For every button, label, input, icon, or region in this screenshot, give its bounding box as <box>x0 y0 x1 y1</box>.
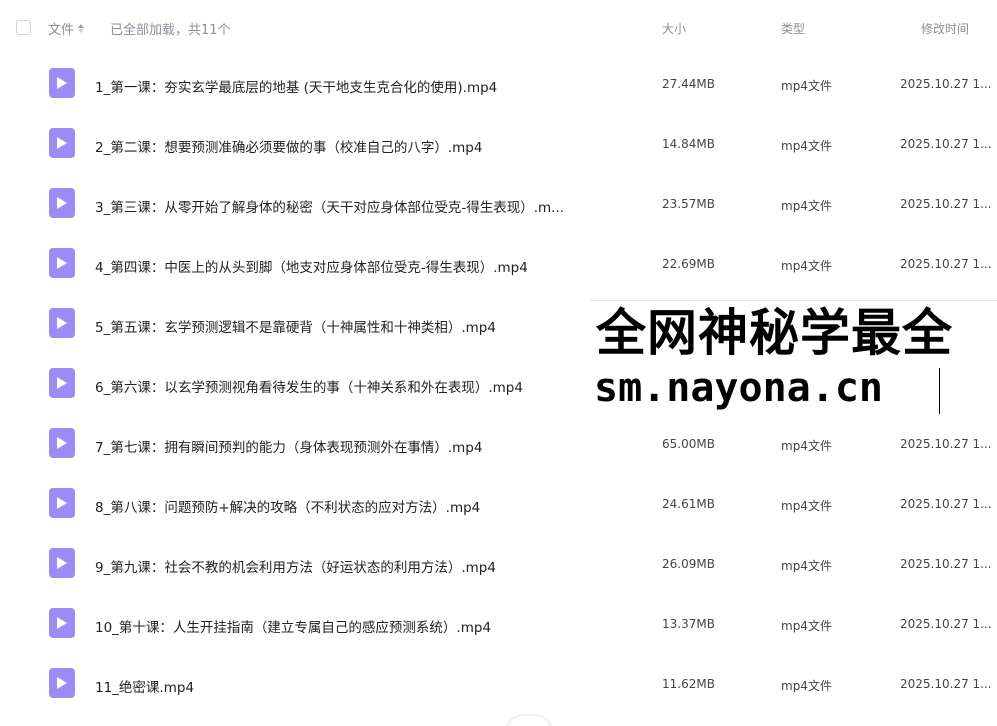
video-file-icon <box>49 368 75 398</box>
column-header-name[interactable]: 文件 <box>48 19 85 38</box>
file-row[interactable]: 9_第九课：社会不教的机会利用方法（好运状态的利用方法）.mp4 26.09MB… <box>0 534 997 594</box>
column-header-name-label: 文件 <box>48 23 75 38</box>
file-row[interactable]: 7_第七课：拥有瞬间预判的能力（身体表现预测外在事情）.mp4 65.00MB … <box>0 414 997 474</box>
file-type: mp4文件 <box>781 679 832 693</box>
file-modified-time: 2025.10.27 1... <box>900 137 992 151</box>
file-row[interactable]: 4_第四课：中医上的从头到脚（地支对应身体部位受克-得生表现）.mp4 22.6… <box>0 234 997 294</box>
file-size: 13.37MB <box>662 617 715 631</box>
file-list-page: 文件 已全部加载，共11个 大小 类型 修改时间 1_第一课：夯实玄学最底层的地… <box>0 0 997 726</box>
file-name[interactable]: 5_第五课：玄学预测逻辑不是靠硬背（十神属性和十神类相）.mp4 <box>95 316 496 336</box>
column-header-type[interactable]: 类型 <box>781 20 805 37</box>
file-name[interactable]: 7_第七课：拥有瞬间预判的能力（身体表现预测外在事情）.mp4 <box>95 436 482 456</box>
select-all-checkbox[interactable] <box>16 20 31 35</box>
watermark-url: sm.nayona.cn <box>594 365 883 411</box>
file-type: mp4文件 <box>781 499 832 513</box>
video-file-icon <box>49 248 75 278</box>
file-modified-time: 2025.10.27 1... <box>900 617 992 631</box>
file-modified-time: 2025.10.27 1... <box>900 197 992 211</box>
video-file-icon <box>49 668 75 698</box>
file-modified-time: 2025.10.27 1... <box>900 437 992 451</box>
watermark-title: 全网神秘学最全 <box>596 304 953 362</box>
video-file-icon <box>49 128 75 158</box>
file-name[interactable]: 9_第九课：社会不教的机会利用方法（好运状态的利用方法）.mp4 <box>95 556 496 576</box>
file-size: 27.44MB <box>662 77 715 91</box>
file-modified-time: 2025.10.27 1... <box>900 557 992 571</box>
file-name[interactable]: 3_第三课：从零开始了解身体的秘密（天干对应身体部位受克-得生表现）.m... <box>95 196 564 216</box>
file-row[interactable]: 10_第十课：人生开挂指南（建立专属自己的感应预测系统）.mp4 13.37MB… <box>0 594 997 654</box>
file-size: 22.69MB <box>662 257 715 271</box>
bottom-decoration <box>505 714 553 726</box>
file-name[interactable]: 4_第四课：中医上的从头到脚（地支对应身体部位受克-得生表现）.mp4 <box>95 256 528 276</box>
file-type: mp4文件 <box>781 259 832 273</box>
video-file-icon <box>49 548 75 578</box>
file-size: 24.61MB <box>662 497 715 511</box>
column-header-size[interactable]: 大小 <box>662 20 686 37</box>
loaded-status: 已全部加载，共11个 <box>110 23 231 38</box>
file-name[interactable]: 8_第八课：问题预防+解决的攻略（不利状态的应对方法）.mp4 <box>95 496 480 516</box>
file-size: 65.00MB <box>662 437 715 451</box>
file-row[interactable]: 3_第三课：从零开始了解身体的秘密（天干对应身体部位受克-得生表现）.m... … <box>0 174 997 234</box>
text-caret <box>939 368 940 414</box>
file-size: 11.62MB <box>662 677 715 691</box>
file-row[interactable]: 8_第八课：问题预防+解决的攻略（不利状态的应对方法）.mp4 24.61MB … <box>0 474 997 534</box>
video-file-icon <box>49 308 75 338</box>
video-file-icon <box>49 188 75 218</box>
file-type: mp4文件 <box>781 139 832 153</box>
file-type: mp4文件 <box>781 199 832 213</box>
file-name[interactable]: 1_第一课：夯实玄学最底层的地基 (天干地支生克合化的使用).mp4 <box>95 76 497 96</box>
file-type: mp4文件 <box>781 79 832 93</box>
video-file-icon <box>49 68 75 98</box>
file-size: 23.57MB <box>662 197 715 211</box>
watermark-overlay: 全网神秘学最全 sm.nayona.cn <box>590 300 997 419</box>
file-row[interactable]: 2_第二课：想要预测准确必须要做的事（校准自己的八字）.mp4 14.84MB … <box>0 114 997 174</box>
file-modified-time: 2025.10.27 1... <box>900 497 992 511</box>
file-size: 26.09MB <box>662 557 715 571</box>
file-type: mp4文件 <box>781 619 832 633</box>
video-file-icon <box>49 488 75 518</box>
file-modified-time: 2025.10.27 1... <box>900 257 992 271</box>
list-header: 文件 已全部加载，共11个 大小 类型 修改时间 <box>0 0 997 56</box>
file-type: mp4文件 <box>781 439 832 453</box>
file-name[interactable]: 11_绝密课.mp4 <box>95 676 194 696</box>
sort-icon[interactable] <box>78 24 85 33</box>
file-size: 14.84MB <box>662 137 715 151</box>
video-file-icon <box>49 608 75 638</box>
file-row[interactable]: 11_绝密课.mp4 11.62MB mp4文件 2025.10.27 1... <box>0 654 997 714</box>
file-name[interactable]: 6_第六课：以玄学预测视角看待发生的事（十神关系和外在表现）.mp4 <box>95 376 523 396</box>
file-name[interactable]: 2_第二课：想要预测准确必须要做的事（校准自己的八字）.mp4 <box>95 136 482 156</box>
video-file-icon <box>49 428 75 458</box>
column-header-time[interactable]: 修改时间 <box>921 20 969 37</box>
file-type: mp4文件 <box>781 559 832 573</box>
file-modified-time: 2025.10.27 1... <box>900 677 992 691</box>
file-row[interactable]: 1_第一课：夯实玄学最底层的地基 (天干地支生克合化的使用).mp4 27.44… <box>0 54 997 114</box>
file-name[interactable]: 10_第十课：人生开挂指南（建立专属自己的感应预测系统）.mp4 <box>95 616 491 636</box>
file-modified-time: 2025.10.27 1... <box>900 77 992 91</box>
